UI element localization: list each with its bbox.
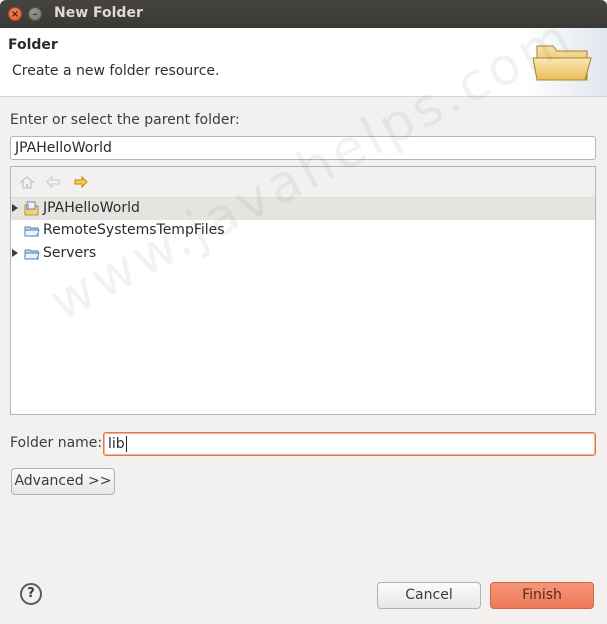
header-title: Folder <box>8 37 58 53</box>
forward-arrow-icon[interactable] <box>73 174 89 190</box>
title-bar: × – New Folder <box>0 0 607 28</box>
tree-item-label: Servers <box>43 245 97 261</box>
expand-arrow-icon[interactable] <box>12 204 18 212</box>
svg-text:J: J <box>27 204 29 210</box>
help-icon[interactable]: ? <box>20 583 42 605</box>
tree-item-label: RemoteSystemsTempFiles <box>43 222 225 238</box>
tree-item-servers[interactable]: Servers <box>11 243 595 265</box>
window-title: New Folder <box>54 5 143 21</box>
parent-folder-input[interactable]: JPAHelloWorld <box>10 136 596 160</box>
expand-arrow-icon[interactable] <box>12 249 18 257</box>
home-icon[interactable] <box>19 174 35 190</box>
folder-open-icon <box>527 28 607 96</box>
folder-name-label: Folder name: <box>10 435 103 451</box>
tree-toolbar <box>11 167 595 198</box>
tree-item-label: JPAHelloWorld <box>43 200 140 216</box>
finish-button[interactable]: Finish <box>490 582 594 609</box>
folder-icon <box>24 226 40 237</box>
cancel-button[interactable]: Cancel <box>377 582 481 609</box>
minimize-window-button[interactable]: – <box>28 7 42 21</box>
folder-icon <box>24 249 40 260</box>
wizard-header: Folder Create a new folder resource. <box>0 28 607 97</box>
close-window-button[interactable]: × <box>8 7 22 21</box>
header-description: Create a new folder resource. <box>12 63 220 79</box>
project-icon: J <box>24 201 39 216</box>
tree-item-jpahelloworld[interactable]: J JPAHelloWorld <box>11 198 595 220</box>
back-arrow-icon[interactable] <box>45 174 61 190</box>
text-caret <box>125 436 127 452</box>
tree-item-remotesystemstempfiles[interactable]: RemoteSystemsTempFiles <box>11 220 595 242</box>
folder-name-value: lib <box>108 436 125 452</box>
parent-folder-label: Enter or select the parent folder: <box>10 112 240 128</box>
advanced-button[interactable]: Advanced >> <box>11 468 115 495</box>
folder-name-input[interactable]: lib <box>103 432 596 456</box>
folder-tree[interactable]: J JPAHelloWorld RemoteSystemsTempFiles S… <box>10 166 596 415</box>
